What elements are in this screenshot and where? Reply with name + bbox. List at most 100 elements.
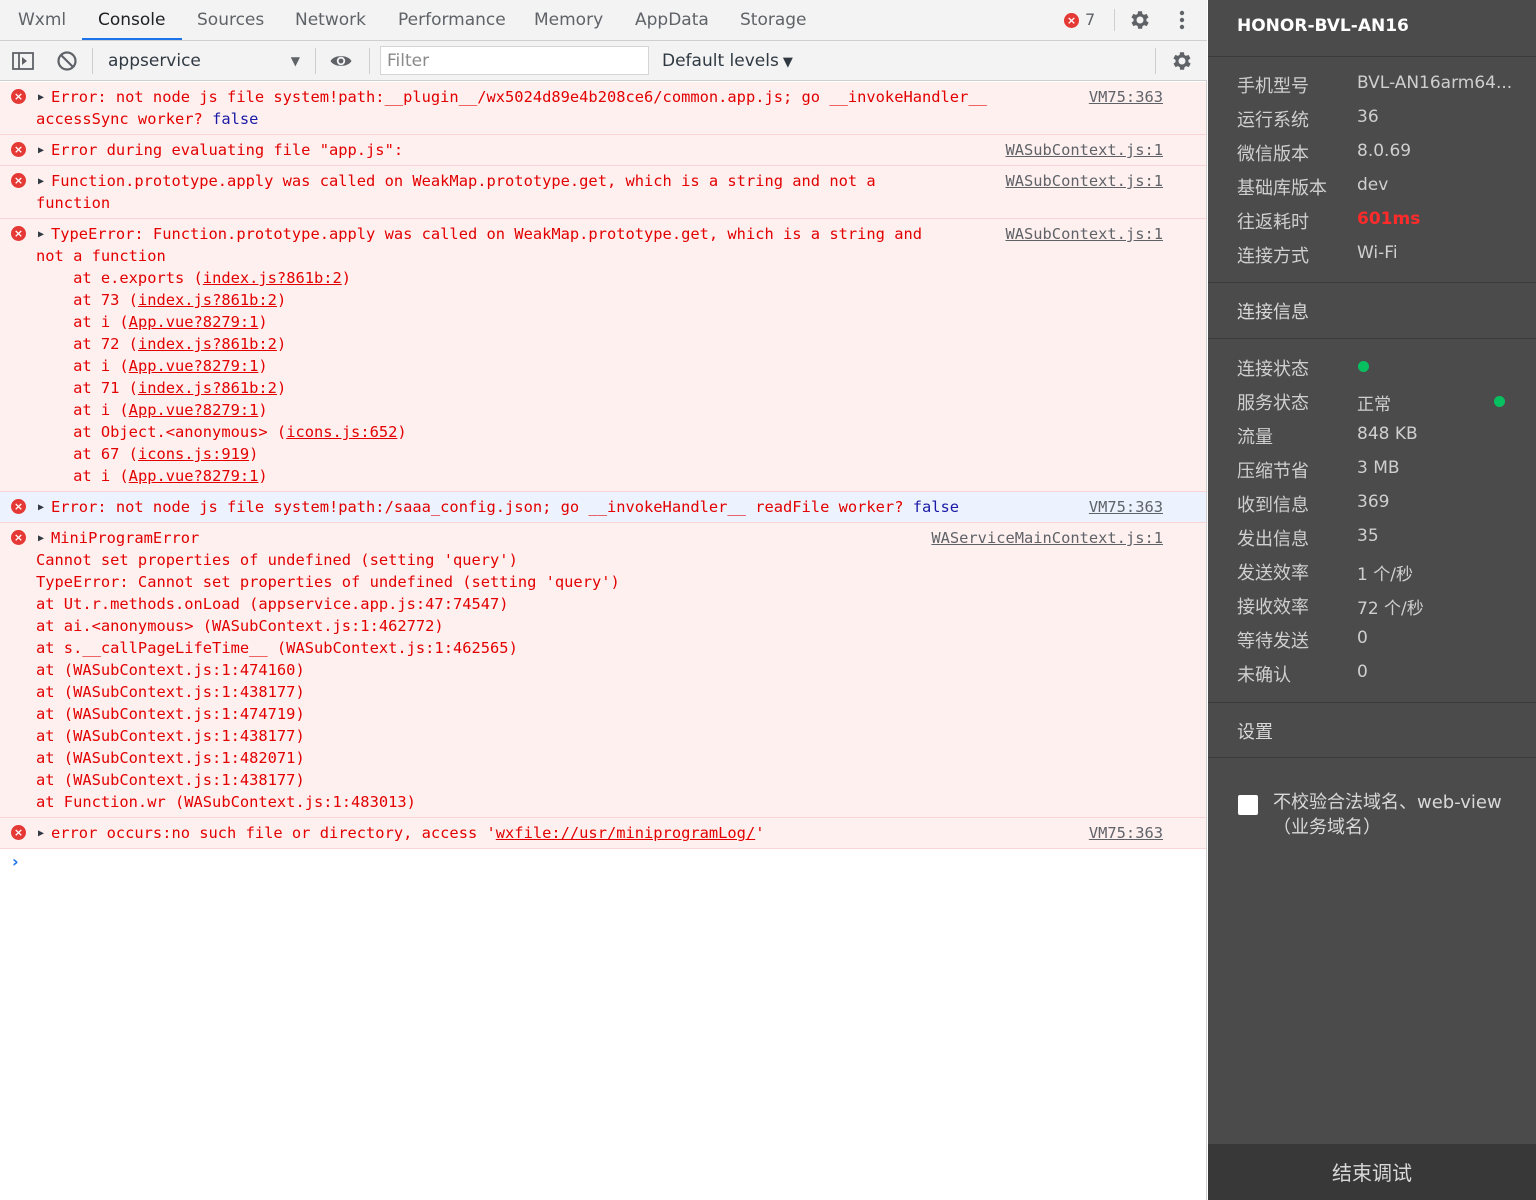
stack-frame-link[interactable]: index.js?861b:2 bbox=[138, 291, 277, 309]
settings-header: 设置 bbox=[1237, 722, 1273, 743]
file-link[interactable]: wxfile://usr/miniprogramLog/ bbox=[496, 824, 755, 842]
divider bbox=[1208, 282, 1536, 283]
console-toolbar: appservice ▼ Default levels▼ bbox=[0, 41, 1207, 81]
live-expression-eye-icon[interactable] bbox=[329, 49, 353, 73]
stack-frame-link[interactable]: index.js?861b:2 bbox=[138, 379, 277, 397]
divider bbox=[1208, 702, 1536, 703]
tab-storage[interactable]: Storage bbox=[740, 0, 807, 40]
console-settings-gear-icon[interactable] bbox=[1170, 49, 1194, 73]
info-label: 流量 bbox=[1237, 427, 1273, 448]
console-error-message[interactable]: × ▶ TypeError: Function.prototype.apply … bbox=[0, 219, 1206, 492]
divider bbox=[1155, 48, 1156, 74]
info-value: 601ms bbox=[1357, 209, 1421, 229]
info-value: dev bbox=[1357, 175, 1389, 195]
stack-frame-link[interactable]: App.vue?8279:1 bbox=[129, 313, 259, 331]
console-error-message[interactable]: × ▶ Function.prototype.apply was called … bbox=[0, 166, 1206, 219]
stack-frame-link[interactable]: index.js?861b:2 bbox=[203, 269, 342, 287]
dropdown-arrow-icon: ▼ bbox=[290, 54, 300, 68]
info-value: Wi-Fi bbox=[1357, 243, 1398, 263]
connection-info-header: 连接信息 bbox=[1237, 302, 1309, 323]
console-error-message[interactable]: × ▶ Error during evaluating file "app.js… bbox=[0, 135, 1206, 166]
error-detail-line: at (WASubContext.js:1:474719) bbox=[36, 705, 305, 723]
error-detail-line: TypeError: Cannot set properties of unde… bbox=[36, 573, 620, 591]
expand-triangle-icon[interactable]: ▶ bbox=[38, 224, 44, 246]
source-link[interactable]: VM75:363 bbox=[1089, 496, 1163, 518]
error-detail-line: Cannot set properties of undefined (sett… bbox=[36, 551, 518, 569]
source-link[interactable]: VM75:363 bbox=[1089, 86, 1163, 108]
stack-frame-link[interactable]: icons.js:919 bbox=[138, 445, 249, 463]
settings-gear-icon[interactable] bbox=[1128, 8, 1152, 32]
info-label: 收到信息 bbox=[1237, 495, 1309, 516]
message-text: error occurs:no such file or directory, … bbox=[51, 824, 765, 842]
tab-memory[interactable]: Memory bbox=[534, 0, 603, 40]
source-link[interactable]: WAServiceMainContext.js:1 bbox=[931, 527, 1163, 549]
context-select[interactable]: appservice ▼ bbox=[98, 46, 308, 76]
stack-frame: at i (App.vue?8279:1) bbox=[36, 313, 268, 331]
info-value: 848 KB bbox=[1357, 424, 1418, 444]
expand-triangle-icon[interactable]: ▶ bbox=[38, 528, 44, 550]
stack-frame-link[interactable]: icons.js:652 bbox=[286, 423, 397, 441]
divider bbox=[1208, 56, 1536, 57]
message-text: Error during evaluating file "app.js": bbox=[51, 141, 404, 159]
console-prompt-icon[interactable]: › bbox=[12, 852, 19, 871]
error-count-badge[interactable]: × 7 bbox=[1064, 11, 1095, 29]
info-label: 接收效率 bbox=[1237, 597, 1309, 618]
log-levels-dropdown[interactable]: Default levels ▼ bbox=[662, 46, 793, 76]
stack-frame-link[interactable]: index.js?861b:2 bbox=[138, 335, 277, 353]
message-text: TypeError: Function.prototype.apply was … bbox=[51, 225, 922, 243]
remote-debug-panel: HONOR-BVL-AN16 手机型号 BVL-AN16arm64... 运行系统 3… bbox=[1208, 0, 1536, 1200]
stack-frame-link[interactable]: App.vue?8279:1 bbox=[129, 401, 259, 419]
source-link[interactable]: WASubContext.js:1 bbox=[1005, 139, 1163, 161]
info-label: 未确认 bbox=[1237, 665, 1291, 686]
tab-sources[interactable]: Sources bbox=[197, 0, 264, 40]
tab-appdata[interactable]: AppData bbox=[635, 0, 709, 40]
info-label: 压缩节省 bbox=[1237, 461, 1309, 482]
divider bbox=[369, 48, 370, 74]
error-icon: × bbox=[11, 226, 26, 241]
console-error-message[interactable]: × ▶ MiniProgramError WAServiceMainContex… bbox=[0, 523, 1206, 818]
info-label: 微信版本 bbox=[1237, 144, 1309, 165]
stack-frame-link[interactable]: App.vue?8279:1 bbox=[129, 467, 259, 485]
error-detail-line: at Function.wr (WASubContext.js:1:483013… bbox=[36, 793, 416, 811]
error-detail-line: at (WASubContext.js:1:438177) bbox=[36, 771, 305, 789]
device-name: HONOR-BVL-AN16 bbox=[1237, 16, 1409, 36]
stack-frame-link[interactable]: App.vue?8279:1 bbox=[129, 357, 259, 375]
error-icon: × bbox=[11, 173, 26, 188]
source-link[interactable]: VM75:363 bbox=[1089, 822, 1163, 844]
source-link[interactable]: WASubContext.js:1 bbox=[1005, 223, 1163, 245]
error-icon: × bbox=[11, 89, 26, 104]
divider bbox=[1208, 757, 1536, 758]
tab-performance[interactable]: Performance bbox=[398, 0, 506, 40]
expand-triangle-icon[interactable]: ▶ bbox=[38, 171, 44, 193]
tab-console[interactable]: Console bbox=[82, 0, 182, 40]
tab-wxml[interactable]: Wxml bbox=[18, 0, 66, 40]
info-label: 发出信息 bbox=[1237, 529, 1309, 550]
stack-frame: at Object.<anonymous> (icons.js:652) bbox=[36, 423, 407, 441]
context-select-value: appservice bbox=[108, 51, 201, 71]
connection-status-dot bbox=[1358, 361, 1369, 372]
console-error-message[interactable]: × ▶ Error: not node js file system!path:… bbox=[0, 82, 1206, 135]
expand-triangle-icon[interactable]: ▶ bbox=[38, 140, 44, 162]
message-text: accessSync worker? false bbox=[36, 110, 259, 128]
tab-network[interactable]: Network bbox=[295, 0, 366, 40]
filter-input[interactable] bbox=[380, 46, 649, 75]
expand-triangle-icon[interactable]: ▶ bbox=[38, 823, 44, 845]
expand-triangle-icon[interactable]: ▶ bbox=[38, 497, 44, 519]
expand-triangle-icon[interactable]: ▶ bbox=[38, 87, 44, 109]
info-value: 35 bbox=[1357, 526, 1379, 546]
error-icon: × bbox=[11, 499, 26, 514]
divider bbox=[315, 48, 316, 74]
console-error-message[interactable]: × ▶ error occurs:no such file or directo… bbox=[0, 818, 1206, 849]
clear-console-icon[interactable] bbox=[55, 49, 79, 73]
info-value: 72 个/秒 bbox=[1357, 599, 1424, 619]
sidebar-toggle-icon[interactable] bbox=[11, 49, 35, 73]
stack-frame: at 71 (index.js?861b:2) bbox=[36, 379, 287, 397]
skip-domain-check-label[interactable]: 不校验合法域名、web-view（业务域名） bbox=[1273, 790, 1523, 840]
more-menu-icon[interactable] bbox=[1172, 8, 1192, 32]
info-value: 36 bbox=[1357, 107, 1379, 127]
skip-domain-check-checkbox[interactable] bbox=[1238, 795, 1258, 815]
source-link[interactable]: WASubContext.js:1 bbox=[1005, 170, 1163, 192]
end-debug-button[interactable]: 结束调试 bbox=[1208, 1144, 1536, 1200]
console-error-message[interactable]: × ▶ Error: not node js file system!path:… bbox=[0, 492, 1206, 523]
dropdown-arrow-icon: ▼ bbox=[782, 55, 793, 70]
